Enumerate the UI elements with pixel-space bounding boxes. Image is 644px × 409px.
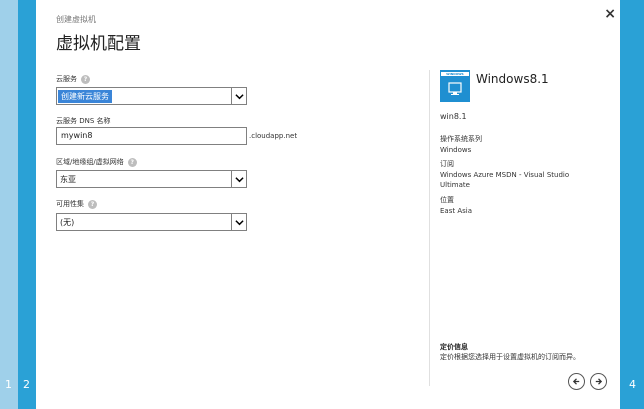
close-icon[interactable]: × — [604, 6, 616, 22]
cloud-service-label-text: 云服务 — [56, 75, 77, 83]
next-button[interactable] — [590, 373, 607, 390]
help-icon[interactable]: ? — [88, 199, 97, 209]
back-button[interactable] — [568, 373, 585, 390]
wizard-step-strip-1 — [0, 0, 18, 409]
help-icon[interactable]: ? — [127, 157, 137, 167]
chevron-down-icon[interactable] — [231, 171, 246, 187]
cloud-service-select[interactable]: 创建新云服务 — [56, 87, 247, 105]
availability-set-label: 可用性集 ? — [56, 199, 97, 209]
chevron-down-icon[interactable] — [231, 214, 246, 230]
help-icon[interactable]: ? — [81, 74, 90, 84]
vm-config-dialog: × 创建虚拟机 虚拟机配置 云服务 ? 创建新云服务 云服务 DNS 名称 my… — [36, 0, 620, 409]
monitor-icon — [448, 82, 462, 95]
pricing-title: 定价信息 — [440, 343, 468, 351]
step-1-number[interactable]: 1 — [5, 378, 12, 391]
image-name: Windows8.1 — [476, 72, 549, 86]
step-2-number[interactable]: 2 — [23, 378, 30, 391]
location-value: East Asia — [440, 207, 472, 215]
availability-set-select[interactable]: (无) — [56, 213, 247, 231]
image-tag: WINDOWS — [441, 72, 469, 76]
step-4-number[interactable]: 4 — [629, 378, 636, 391]
cloud-service-value: 创建新云服务 — [58, 90, 112, 103]
breadcrumb: 创建虚拟机 — [56, 15, 96, 24]
vm-name: win8.1 — [440, 112, 467, 121]
availability-set-value: (无) — [60, 218, 75, 227]
wizard-step-strip-4 — [620, 0, 644, 409]
subscription-value: Windows Azure MSDN - Visual Studio Ultim… — [440, 171, 570, 189]
pricing-description: 定价根据您选择用于设置虚拟机的订阅而异。 — [440, 353, 580, 361]
dns-suffix: .cloudapp.net — [249, 132, 298, 140]
dns-name-value: mywin8 — [61, 131, 93, 140]
windows-image-icon: WINDOWS — [440, 70, 470, 102]
arrow-left-icon — [572, 378, 580, 385]
page-title: 虚拟机配置 — [56, 34, 141, 54]
os-family-label: 操作系统系列 — [440, 135, 482, 143]
dns-name-input[interactable]: mywin8 — [56, 127, 247, 145]
chevron-down-icon[interactable] — [231, 88, 246, 104]
arrow-right-icon — [595, 378, 603, 385]
region-select[interactable]: 东亚 — [56, 170, 247, 188]
region-value: 东亚 — [60, 175, 76, 184]
availability-set-label-text: 可用性集 — [56, 200, 84, 208]
location-label: 位置 — [440, 196, 454, 204]
cloud-service-label: 云服务 ? — [56, 74, 90, 84]
region-label-text: 区域/地缘组/虚拟网络 — [56, 158, 124, 166]
panel-divider — [429, 70, 430, 386]
wizard-step-strip-2 — [18, 0, 36, 409]
region-label: 区域/地缘组/虚拟网络 ? — [56, 157, 137, 167]
os-family-value: Windows — [440, 146, 472, 154]
dns-name-label: 云服务 DNS 名称 — [56, 116, 111, 126]
subscription-label: 订阅 — [440, 160, 454, 168]
dns-name-label-text: 云服务 DNS 名称 — [56, 117, 111, 125]
